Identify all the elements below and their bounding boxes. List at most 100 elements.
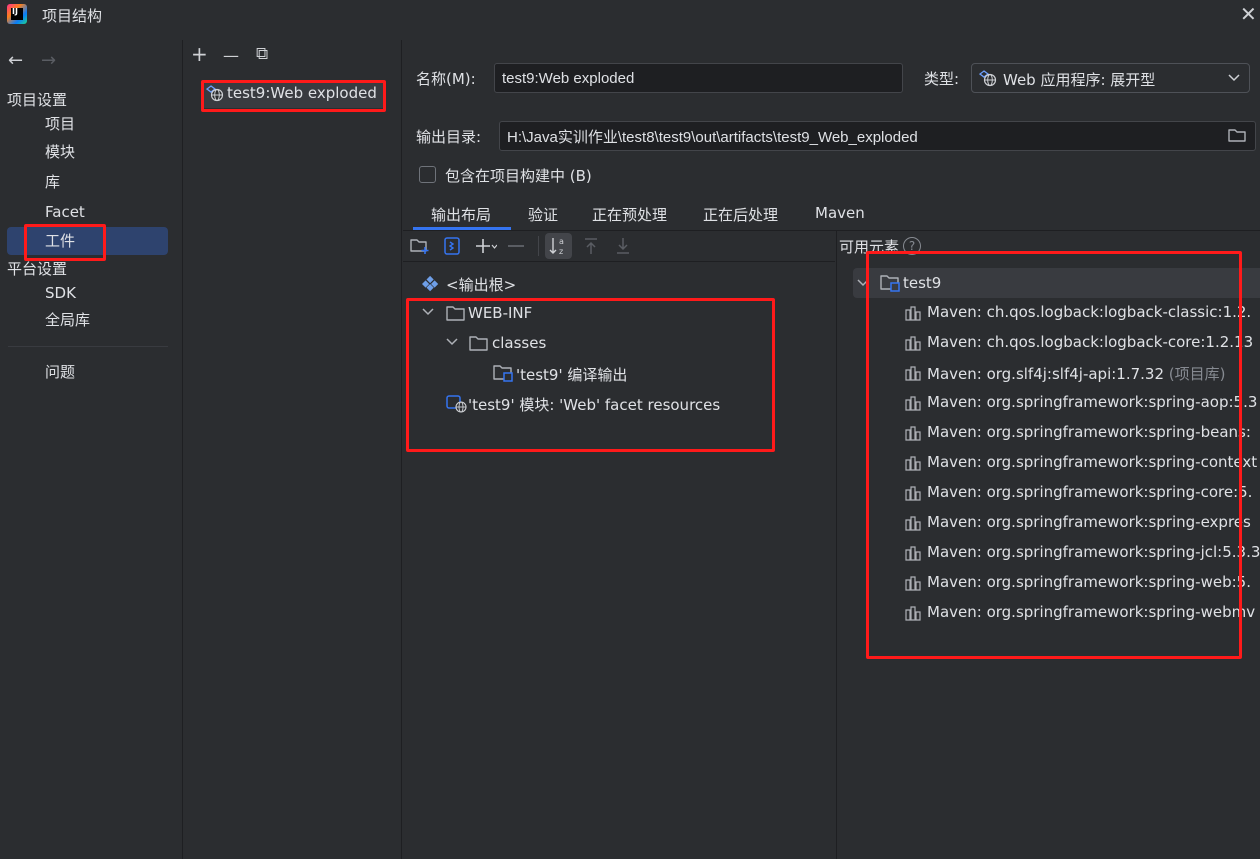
library-row[interactable]: Maven: org.springframework:spring-beans: bbox=[836, 418, 1260, 448]
library-name: Maven: ch.qos.logback:logback-core:1.2.1… bbox=[927, 333, 1254, 351]
window-title: 项目结构 bbox=[42, 7, 103, 25]
library-name: Maven: org.springframework:spring-web:5. bbox=[927, 573, 1251, 591]
nav-item-libraries[interactable]: 库 bbox=[0, 168, 183, 196]
nav-item-artifacts[interactable]: 工件 bbox=[7, 227, 168, 255]
library-row[interactable]: Maven: org.springframework:spring-contex… bbox=[836, 448, 1260, 478]
svg-text:a: a bbox=[559, 237, 564, 246]
include-in-build-label: 包含在项目构建中 (B) bbox=[445, 167, 592, 185]
facet-resources-node[interactable]: 'test9' 模块: 'Web' facet resources bbox=[468, 394, 720, 415]
browse-folder-icon[interactable] bbox=[1228, 127, 1246, 143]
library-scope: (项目库) bbox=[1168, 365, 1226, 383]
layout-toolbar-divider bbox=[403, 261, 835, 262]
library-name: Maven: org.springframework:spring-contex… bbox=[927, 453, 1258, 471]
library-icon bbox=[905, 396, 921, 411]
library-row[interactable]: Maven: org.slf4j:slf4j-api:1.7.32 (项目库) bbox=[836, 358, 1260, 388]
library-name: Maven: org.slf4j:slf4j-api:1.7.32 (项目库) bbox=[927, 363, 1226, 384]
web-facet-resources-icon bbox=[446, 395, 467, 413]
remove-element-icon[interactable] bbox=[508, 245, 524, 247]
library-name: Maven: org.springframework:spring-expres bbox=[927, 513, 1251, 531]
project-settings-heading: 项目设置 bbox=[7, 91, 68, 109]
tab-output-layout[interactable]: 输出布局 bbox=[431, 204, 491, 225]
library-icon bbox=[905, 426, 921, 441]
remove-artifact-button[interactable]: — bbox=[223, 46, 239, 65]
sort-alphabetically-icon: a z bbox=[549, 237, 564, 256]
tab-validation[interactable]: 验证 bbox=[528, 204, 558, 225]
folder-icon bbox=[469, 336, 488, 351]
artifact-name-input[interactable] bbox=[494, 63, 903, 93]
web-artifact-icon bbox=[206, 85, 224, 102]
platform-settings-heading: 平台设置 bbox=[7, 260, 68, 278]
type-label: 类型: bbox=[924, 70, 960, 88]
nav-item-global-libraries[interactable]: 全局库 bbox=[0, 306, 183, 334]
library-row[interactable]: Maven: ch.qos.logback:logback-classic:1.… bbox=[836, 298, 1260, 328]
library-row[interactable]: Maven: org.springframework:spring-expres bbox=[836, 508, 1260, 538]
nav-divider bbox=[8, 346, 168, 347]
library-row[interactable]: Maven: org.springframework:spring-core:5… bbox=[836, 478, 1260, 508]
nav-item-sdk[interactable]: SDK bbox=[0, 279, 183, 307]
library-icon bbox=[905, 516, 921, 531]
move-up-icon[interactable] bbox=[583, 237, 599, 255]
toolbar-separator bbox=[538, 236, 539, 256]
artifact-item-label: test9:Web exploded bbox=[227, 84, 377, 102]
library-icon bbox=[905, 606, 921, 621]
module-output-folder-icon bbox=[493, 365, 513, 382]
chevron-down-icon[interactable] bbox=[422, 308, 434, 316]
web-artifact-icon bbox=[979, 70, 997, 87]
tab-postprocessing[interactable]: 正在后处理 bbox=[703, 204, 778, 225]
move-down-icon[interactable] bbox=[615, 237, 631, 255]
output-dir-input[interactable] bbox=[499, 121, 1256, 151]
include-in-build-checkbox[interactable] bbox=[419, 166, 436, 183]
web-inf-node[interactable]: WEB-INF bbox=[468, 304, 532, 322]
available-module-name: test9 bbox=[903, 274, 942, 292]
library-name: Maven: org.springframework:spring-core:5… bbox=[927, 483, 1253, 501]
library-row[interactable]: Maven: org.springframework:spring-web:5. bbox=[836, 568, 1260, 598]
classes-node[interactable]: classes bbox=[492, 334, 546, 352]
output-root-icon bbox=[422, 275, 439, 292]
add-artifact-button[interactable]: + bbox=[191, 42, 208, 66]
library-name: Maven: ch.qos.logback:logback-classic:1.… bbox=[927, 303, 1252, 321]
tab-maven[interactable]: Maven bbox=[815, 204, 865, 222]
nav-item-facets[interactable]: Facet bbox=[0, 198, 183, 226]
chevron-down-icon[interactable] bbox=[446, 338, 458, 346]
output-root-node[interactable]: <输出根> bbox=[446, 274, 516, 295]
chevron-down-icon[interactable] bbox=[857, 279, 869, 287]
compile-output-node[interactable]: 'test9' 编译输出 bbox=[516, 364, 627, 385]
library-icon bbox=[905, 546, 921, 561]
library-name: Maven: org.springframework:spring-beans: bbox=[927, 423, 1251, 441]
create-archive-icon[interactable] bbox=[444, 237, 460, 255]
library-icon bbox=[905, 336, 921, 351]
library-name: Maven: org.springframework:spring-webmv bbox=[927, 603, 1256, 621]
library-row[interactable]: Maven: org.springframework:spring-jcl:5.… bbox=[836, 538, 1260, 568]
forward-arrow-icon[interactable]: → bbox=[41, 50, 56, 71]
library-icon bbox=[905, 306, 921, 321]
artifacts-list-pane bbox=[184, 40, 402, 859]
back-arrow-icon[interactable]: ← bbox=[8, 50, 23, 71]
output-dir-label: 输出目录: bbox=[416, 128, 482, 146]
library-icon bbox=[905, 576, 921, 591]
svg-text:z: z bbox=[559, 247, 563, 256]
artifact-type-value: Web 应用程序: 展开型 bbox=[1003, 71, 1156, 89]
library-row[interactable]: Maven: org.springframework:spring-aop:5.… bbox=[836, 388, 1260, 418]
library-icon bbox=[905, 456, 921, 471]
add-copy-of-icon[interactable] bbox=[475, 237, 497, 255]
nav-item-problems[interactable]: 问题 bbox=[0, 358, 183, 386]
chevron-down-icon bbox=[1228, 74, 1240, 82]
available-elements-heading: 可用元素 bbox=[839, 238, 900, 256]
copy-artifact-button[interactable]: ⧉ bbox=[256, 44, 268, 64]
name-label: 名称(M): bbox=[416, 70, 476, 88]
help-icon[interactable]: ? bbox=[903, 237, 921, 255]
module-folder-icon bbox=[880, 275, 900, 292]
close-icon[interactable]: ✕ bbox=[1240, 2, 1257, 26]
library-row[interactable]: Maven: ch.qos.logback:logback-core:1.2.1… bbox=[836, 328, 1260, 358]
create-directory-icon[interactable] bbox=[410, 237, 430, 255]
library-name: Maven: org.springframework:spring-aop:5.… bbox=[927, 393, 1258, 411]
title-bar bbox=[0, 0, 1260, 30]
nav-item-project[interactable]: 项目 bbox=[0, 110, 183, 138]
library-row[interactable]: Maven: org.springframework:spring-webmv bbox=[836, 598, 1260, 628]
library-name: Maven: org.springframework:spring-jcl:5.… bbox=[927, 543, 1260, 561]
library-name-text: Maven: org.slf4j:slf4j-api:1.7.32 bbox=[927, 365, 1164, 383]
library-icon bbox=[905, 366, 921, 381]
folder-icon bbox=[446, 306, 465, 321]
tab-preprocessing[interactable]: 正在预处理 bbox=[592, 204, 667, 225]
nav-item-modules[interactable]: 模块 bbox=[0, 138, 183, 166]
